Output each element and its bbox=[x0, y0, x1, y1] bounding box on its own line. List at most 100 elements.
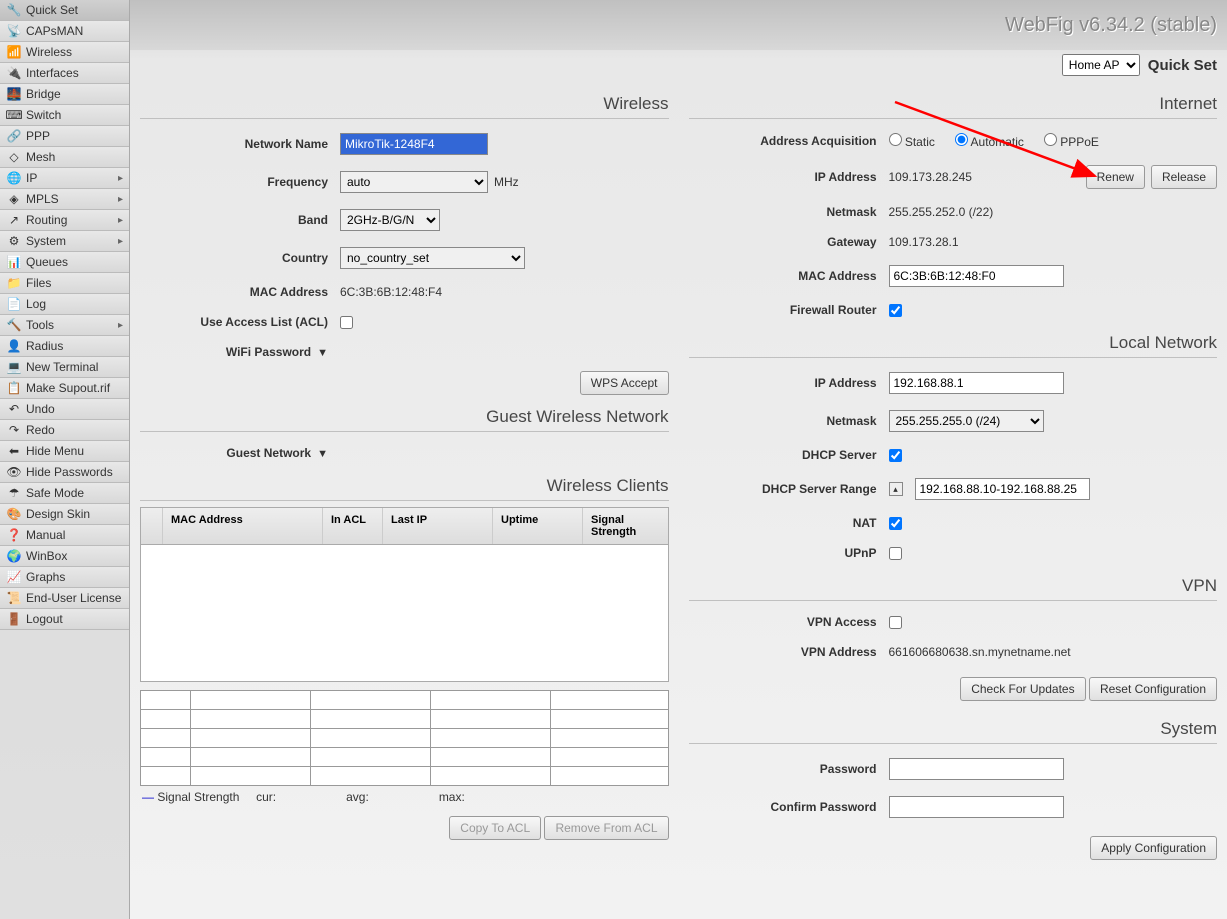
sidebar-item-system[interactable]: ⚙System▸ bbox=[0, 231, 129, 252]
collapse-toggle-icon[interactable]: ▴ bbox=[889, 482, 903, 496]
acq-static-radio[interactable]: Static bbox=[889, 133, 935, 149]
sidebar-item-label: Wireless bbox=[26, 45, 72, 59]
network-name-input[interactable] bbox=[340, 133, 488, 155]
sidebar-item-interfaces[interactable]: 🔌Interfaces bbox=[0, 63, 129, 84]
apply-config-button[interactable]: Apply Configuration bbox=[1090, 836, 1217, 860]
sidebar-item-tools[interactable]: 🔨Tools▸ bbox=[0, 315, 129, 336]
vpn-address-value: 661606680638.sn.mynetname.net bbox=[889, 645, 1218, 659]
sidebar-item-ppp[interactable]: 🔗PPP bbox=[0, 126, 129, 147]
col-lastip[interactable]: Last IP bbox=[383, 508, 493, 544]
wireless-section-title: Wireless bbox=[140, 86, 669, 119]
sidebar-item-mesh[interactable]: ◇Mesh bbox=[0, 147, 129, 168]
sidebar-item-bridge[interactable]: 🌉Bridge bbox=[0, 84, 129, 105]
sidebar-item-switch[interactable]: ⌨Switch bbox=[0, 105, 129, 126]
sidebar-item-queues[interactable]: 📊Queues bbox=[0, 252, 129, 273]
country-select[interactable]: no_country_set bbox=[340, 247, 525, 269]
vpn-access-checkbox[interactable] bbox=[889, 616, 902, 629]
sidebar-item-label: Graphs bbox=[26, 570, 65, 584]
acl-checkbox[interactable] bbox=[340, 316, 353, 329]
sidebar-item-undo[interactable]: ↶Undo bbox=[0, 399, 129, 420]
sidebar-item-mpls[interactable]: ◈MPLS▸ bbox=[0, 189, 129, 210]
sidebar-item-label: Manual bbox=[26, 528, 65, 542]
sidebar-item-label: Files bbox=[26, 276, 51, 290]
guest-network-label: Guest Network▼ bbox=[140, 446, 340, 460]
col-mac[interactable]: MAC Address bbox=[163, 508, 323, 544]
sidebar-item-label: Hide Passwords bbox=[26, 465, 113, 479]
internet-netmask-label: Netmask bbox=[689, 205, 889, 219]
confirm-password-input[interactable] bbox=[889, 796, 1064, 818]
password-input[interactable] bbox=[889, 758, 1064, 780]
sidebar-item-make-supout-rif[interactable]: 📋Make Supout.rif bbox=[0, 378, 129, 399]
stats-legend: — Signal Strength cur: avg: max: bbox=[140, 786, 669, 808]
mode-select[interactable]: Home AP bbox=[1062, 54, 1140, 76]
mesh-icon: ◇ bbox=[6, 149, 22, 165]
sidebar-item-capsman[interactable]: 📡CAPsMAN bbox=[0, 21, 129, 42]
sidebar-item-hide-passwords[interactable]: 👁Hide Passwords bbox=[0, 462, 129, 483]
sidebar-item-manual[interactable]: ❓ Manual bbox=[0, 525, 129, 546]
sidebar-item-label: MPLS bbox=[26, 192, 59, 206]
country-label: Country bbox=[140, 251, 340, 265]
sidebar-item-label: IP bbox=[26, 171, 37, 185]
sidebar-item-design-skin[interactable]: 🎨Design Skin bbox=[0, 504, 129, 525]
reset-config-button[interactable]: Reset Configuration bbox=[1089, 677, 1217, 701]
acq-pppoe-radio[interactable]: PPPoE bbox=[1044, 133, 1099, 149]
col-signal[interactable]: Signal Strength bbox=[583, 508, 668, 544]
renew-button[interactable]: Renew bbox=[1086, 165, 1145, 189]
wireless-mac-label: MAC Address bbox=[140, 285, 340, 299]
sidebar-item-end-user-license[interactable]: 📜End-User License bbox=[0, 588, 129, 609]
ppp-icon: 🔗 bbox=[6, 128, 22, 144]
sidebar-item-label: Make Supout.rif bbox=[26, 381, 110, 395]
quick-set-icon: 🔧 bbox=[6, 2, 22, 18]
sidebar-item-quick-set[interactable]: 🔧 Quick Set bbox=[0, 0, 129, 21]
sidebar-item-logout[interactable]: 🚪Logout bbox=[0, 609, 129, 630]
gateway-value: 109.173.28.1 bbox=[889, 235, 1218, 249]
stats-table bbox=[140, 690, 669, 786]
nat-checkbox[interactable] bbox=[889, 517, 902, 530]
manual-icon: ❓ bbox=[6, 527, 22, 543]
clients-section-title: Wireless Clients bbox=[140, 468, 669, 501]
wps-accept-button[interactable]: WPS Accept bbox=[580, 371, 669, 395]
sidebar-item-ip[interactable]: 🌐IP▸ bbox=[0, 168, 129, 189]
end-user-license-icon: 📜 bbox=[6, 590, 22, 606]
sidebar-item-new-terminal[interactable]: 💻New Terminal bbox=[0, 357, 129, 378]
routing-icon: ↗ bbox=[6, 212, 22, 228]
internet-mac-input[interactable] bbox=[889, 265, 1064, 287]
sidebar-item-label: Safe Mode bbox=[26, 486, 84, 500]
col-uptime[interactable]: Uptime bbox=[493, 508, 583, 544]
sidebar-item-files[interactable]: 📁Files bbox=[0, 273, 129, 294]
sidebar-item-redo[interactable]: ↷Redo bbox=[0, 420, 129, 441]
dhcp-server-checkbox[interactable] bbox=[889, 449, 902, 462]
release-button[interactable]: Release bbox=[1151, 165, 1217, 189]
frequency-select[interactable]: auto bbox=[340, 171, 488, 193]
chevron-right-icon: ▸ bbox=[118, 320, 123, 331]
chevron-down-icon[interactable]: ▼ bbox=[317, 347, 328, 359]
sidebar-item-label: Queues bbox=[26, 255, 68, 269]
winbox-icon: 🌍 bbox=[6, 548, 22, 564]
ip-icon: 🌐 bbox=[6, 170, 22, 186]
sidebar-item-safe-mode[interactable]: ☂Safe Mode bbox=[0, 483, 129, 504]
redo-icon: ↷ bbox=[6, 422, 22, 438]
upnp-checkbox[interactable] bbox=[889, 547, 902, 560]
sidebar-item-winbox[interactable]: 🌍WinBox bbox=[0, 546, 129, 567]
copy-to-acl-button[interactable]: Copy To ACL bbox=[449, 816, 541, 840]
sidebar-item-routing[interactable]: ↗Routing▸ bbox=[0, 210, 129, 231]
local-ip-input[interactable] bbox=[889, 372, 1064, 394]
sidebar-item-graphs[interactable]: 📈Graphs bbox=[0, 567, 129, 588]
sidebar-item-hide-menu[interactable]: ⬅Hide Menu bbox=[0, 441, 129, 462]
internet-ip-label: IP Address bbox=[689, 170, 889, 184]
local-netmask-select[interactable]: 255.255.255.0 (/24) bbox=[889, 410, 1044, 432]
sidebar-item-wireless[interactable]: 📶Wireless bbox=[0, 42, 129, 63]
band-select[interactable]: 2GHz-B/G/N bbox=[340, 209, 440, 231]
network-name-label: Network Name bbox=[140, 137, 340, 151]
sidebar-item-radius[interactable]: 👤Radius bbox=[0, 336, 129, 357]
upnp-label: UPnP bbox=[689, 546, 889, 560]
sidebar-item-log[interactable]: 📄Log bbox=[0, 294, 129, 315]
firewall-checkbox[interactable] bbox=[889, 304, 902, 317]
chevron-down-icon[interactable]: ▼ bbox=[317, 448, 328, 460]
col-inacl[interactable]: In ACL bbox=[323, 508, 383, 544]
acq-automatic-radio[interactable]: Automatic bbox=[955, 133, 1024, 149]
dhcp-range-input[interactable] bbox=[915, 478, 1090, 500]
check-updates-button[interactable]: Check For Updates bbox=[960, 677, 1085, 701]
sidebar-item-label: Quick Set bbox=[26, 3, 78, 17]
remove-from-acl-button[interactable]: Remove From ACL bbox=[544, 816, 668, 840]
